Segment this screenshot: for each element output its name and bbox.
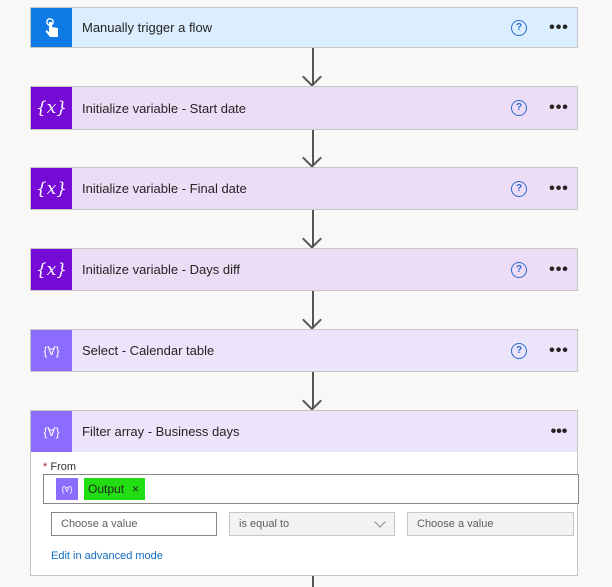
- connector-arrow: [302, 291, 323, 330]
- from-label: * From: [43, 461, 77, 473]
- step-select-calendar-table[interactable]: {∀} Select - Calendar table ? •••: [30, 329, 578, 372]
- token-body: Output ×: [84, 478, 146, 500]
- required-marker: *: [43, 461, 48, 473]
- connector-arrow: [302, 210, 323, 249]
- step-title: Initialize variable - Start date: [82, 100, 247, 116]
- step-title: Initialize variable - Final date: [82, 181, 247, 196]
- operator-select[interactable]: is equal to: [229, 512, 395, 536]
- data-operation-icon: {∀}: [31, 330, 72, 371]
- help-icon[interactable]: ?: [511, 342, 527, 359]
- chevron-down-icon: [374, 516, 386, 528]
- from-field[interactable]: {∀} Output ×: [43, 474, 579, 504]
- step-title: Filter array - Business days: [82, 424, 240, 439]
- step-header[interactable]: {∀} Filter array - Business days •••: [31, 411, 577, 452]
- step-filter-array: {∀} Filter array - Business days ••• * F…: [30, 410, 579, 576]
- more-options-button[interactable]: •••: [549, 19, 569, 37]
- more-options-button[interactable]: •••: [549, 180, 569, 198]
- step-title: Select - Calendar table: [82, 343, 215, 358]
- edit-advanced-mode-link[interactable]: Edit in advanced mode: [51, 550, 163, 562]
- help-icon[interactable]: ?: [511, 261, 527, 278]
- right-value-input[interactable]: Choose a value: [407, 512, 574, 536]
- hand-tap-icon: [31, 8, 72, 47]
- variable-icon: {x}: [31, 87, 72, 129]
- more-options-button[interactable]: •••: [549, 99, 569, 117]
- more-options-button[interactable]: •••: [549, 342, 569, 360]
- left-value-input[interactable]: Choose a value: [51, 512, 217, 536]
- step-initialize-days-diff[interactable]: {x} Initialize variable - Days diff ? ••…: [30, 248, 578, 291]
- help-icon[interactable]: ?: [511, 180, 527, 197]
- token-label: Output: [88, 482, 125, 496]
- step-title: Initialize variable - Days diff: [82, 262, 240, 277]
- help-icon[interactable]: ?: [511, 100, 527, 116]
- more-options-button[interactable]: •••: [549, 261, 569, 279]
- help-icon[interactable]: ?: [511, 19, 527, 36]
- data-operation-icon: {∀}: [56, 478, 78, 500]
- data-operation-icon: {∀}: [31, 411, 72, 452]
- more-options-button[interactable]: •••: [549, 423, 569, 441]
- connector-arrow: [302, 48, 323, 87]
- connector-arrow: [303, 576, 323, 587]
- step-initialize-final-date[interactable]: {x} Initialize variable - Final date ? •…: [30, 167, 578, 210]
- connector-arrow: [302, 130, 323, 168]
- remove-token-icon[interactable]: ×: [132, 482, 139, 496]
- step-manual-trigger[interactable]: Manually trigger a flow ? •••: [30, 7, 578, 48]
- step-initialize-start-date[interactable]: {x} Initialize variable - Start date ? •…: [30, 86, 578, 130]
- variable-icon: {x}: [31, 168, 72, 209]
- connector-arrow: [302, 372, 323, 411]
- variable-icon: {x}: [31, 249, 72, 290]
- step-title: Manually trigger a flow: [82, 20, 213, 35]
- dynamic-content-token[interactable]: {∀} Output ×: [56, 478, 146, 500]
